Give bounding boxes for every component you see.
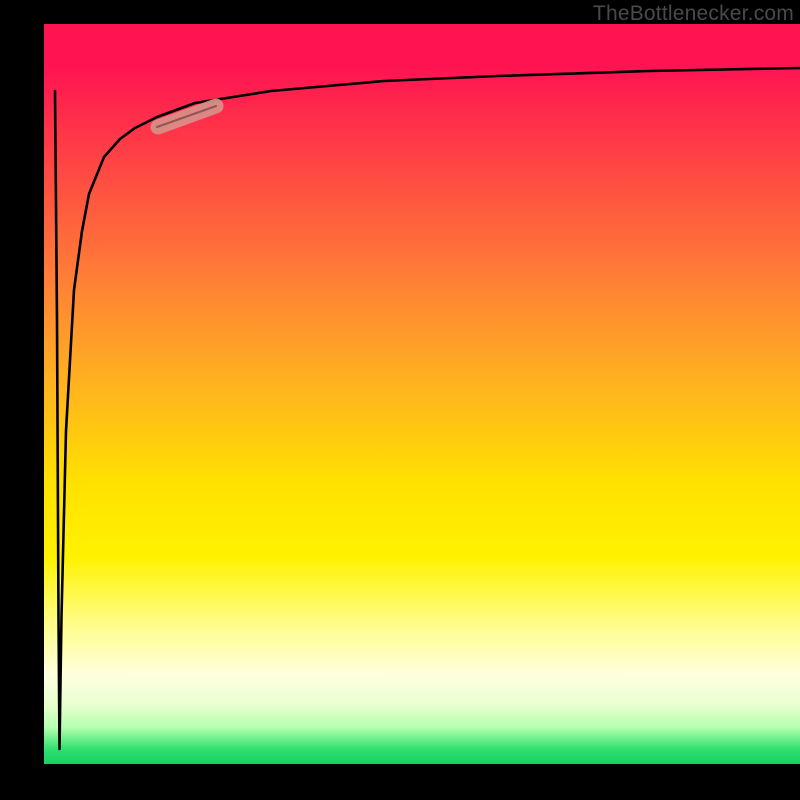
bottleneck-curve [44, 24, 800, 764]
chart-x-axis-region [0, 764, 800, 800]
chart-y-axis-region [0, 0, 44, 800]
watermark-text: TheBottlenecker.com [593, 2, 794, 26]
